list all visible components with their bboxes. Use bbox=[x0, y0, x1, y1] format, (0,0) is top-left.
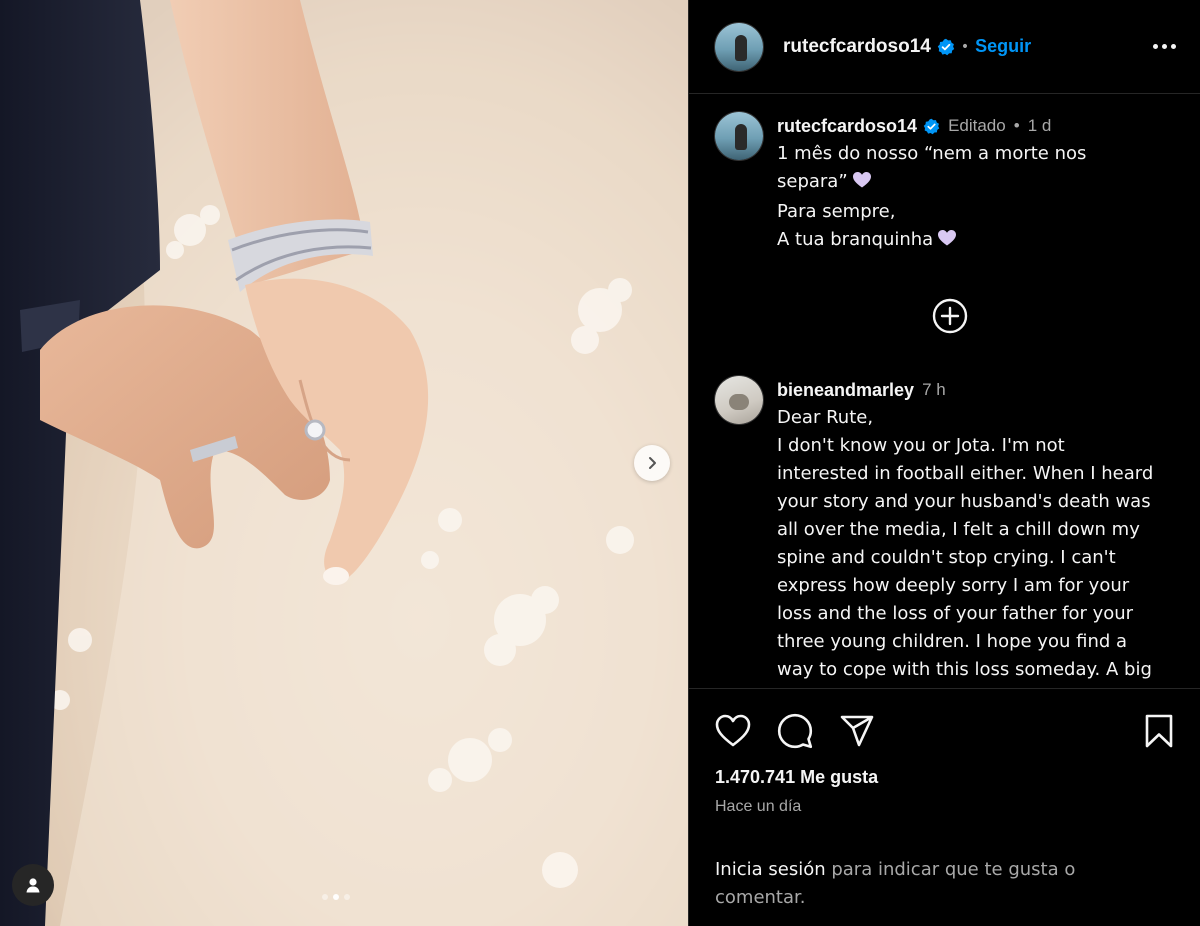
login-prompt-text: comentar. bbox=[715, 887, 806, 908]
comment-line: express how deeply sorry I am for your bbox=[777, 575, 1130, 596]
more-icon-dot bbox=[1162, 44, 1167, 49]
more-icon-dot bbox=[1153, 44, 1158, 49]
caption-age: 1 d bbox=[1027, 116, 1052, 135]
tagged-users-button[interactable] bbox=[12, 864, 54, 906]
carousel-dot bbox=[322, 894, 328, 900]
comment-line: your story and your husband's death was bbox=[777, 491, 1151, 512]
follow-button[interactable]: Seguir bbox=[975, 36, 1031, 57]
heart-icon bbox=[715, 714, 751, 747]
wedding-hands-image bbox=[0, 0, 688, 926]
heart-emoji-icon bbox=[937, 228, 957, 256]
login-prompt-text: para indicar que te gusta o bbox=[825, 859, 1076, 880]
post-sidebar: rutecfcardoso14 • Seguir rutecfcardoso14… bbox=[688, 0, 1200, 926]
avatar[interactable] bbox=[715, 376, 763, 424]
separator: • bbox=[960, 38, 970, 55]
caption-line: 1 mês do nosso “nem a morte nos bbox=[777, 143, 1087, 164]
add-circle-icon bbox=[932, 298, 967, 334]
caption-line: separa” bbox=[777, 168, 1086, 198]
avatar[interactable] bbox=[715, 112, 763, 160]
post-author-username[interactable]: rutecfcardoso14 bbox=[783, 36, 931, 58]
comment-line: loss and the loss of your father for you… bbox=[777, 603, 1134, 624]
avatar[interactable] bbox=[715, 22, 763, 71]
separator: • bbox=[1013, 116, 1020, 135]
more-icon-dot bbox=[1171, 44, 1176, 49]
comment-button[interactable] bbox=[777, 713, 813, 749]
share-icon bbox=[840, 715, 874, 747]
next-photo-button[interactable] bbox=[634, 445, 670, 481]
caption-line: A tua branquinha bbox=[777, 226, 1086, 256]
likes-count[interactable]: 1.470.741 Me gusta bbox=[715, 767, 1184, 788]
user-tag-icon bbox=[26, 878, 40, 893]
post-actions: 1.470.741 Me gusta Hace un día Inicia se… bbox=[689, 688, 1200, 926]
comment-line: three young children. I hope you find a bbox=[777, 631, 1128, 652]
like-button[interactable] bbox=[715, 714, 751, 748]
login-link[interactable]: Inicia sesión bbox=[715, 859, 826, 880]
comments-section: rutecfcardoso14 Editado • 1 d 1 mês do n… bbox=[689, 94, 1200, 688]
carousel-dot-active bbox=[333, 894, 339, 900]
more-options-button[interactable] bbox=[1145, 36, 1184, 57]
post-caption: rutecfcardoso14 Editado • 1 d 1 mês do n… bbox=[715, 112, 1184, 256]
caption-line: Para sempre, bbox=[777, 201, 896, 222]
post-timestamp: Hace un día bbox=[715, 798, 802, 815]
comment-line: Dear Rute, bbox=[777, 407, 874, 428]
comment-line: way to cope with this loss someday. A bi… bbox=[777, 659, 1152, 680]
verified-badge-icon bbox=[937, 38, 955, 56]
chevron-right-icon bbox=[649, 457, 656, 469]
bookmark-icon bbox=[1145, 714, 1173, 748]
caption-username[interactable]: rutecfcardoso14 bbox=[777, 112, 917, 140]
carousel-indicator bbox=[322, 894, 350, 900]
login-prompt: Inicia sesión para indicar que te gusta … bbox=[715, 856, 1184, 912]
post-photo bbox=[0, 0, 688, 926]
comment-age: 7 h bbox=[922, 380, 946, 399]
comment-line: interested in football either. When I he… bbox=[777, 463, 1154, 484]
comment-line: all over the media, I felt a chill down … bbox=[777, 519, 1140, 540]
share-button[interactable] bbox=[839, 714, 875, 748]
edited-label: Editado bbox=[948, 116, 1006, 135]
save-button[interactable] bbox=[1144, 714, 1174, 748]
heart-emoji-icon bbox=[852, 170, 872, 198]
comment-icon bbox=[777, 713, 813, 749]
post-header: rutecfcardoso14 • Seguir bbox=[689, 0, 1200, 94]
comment-line: spine and couldn't stop crying. I can't bbox=[777, 547, 1116, 568]
carousel-dot bbox=[344, 894, 350, 900]
comment-item: bieneandmarley 7 h Dear Rute, I don't kn… bbox=[715, 376, 1184, 684]
comment-username[interactable]: bieneandmarley bbox=[777, 376, 914, 404]
load-more-comments-button[interactable] bbox=[715, 298, 1184, 334]
verified-badge-icon bbox=[923, 118, 940, 135]
comment-line: I don't know you or Jota. I'm not bbox=[777, 435, 1065, 456]
